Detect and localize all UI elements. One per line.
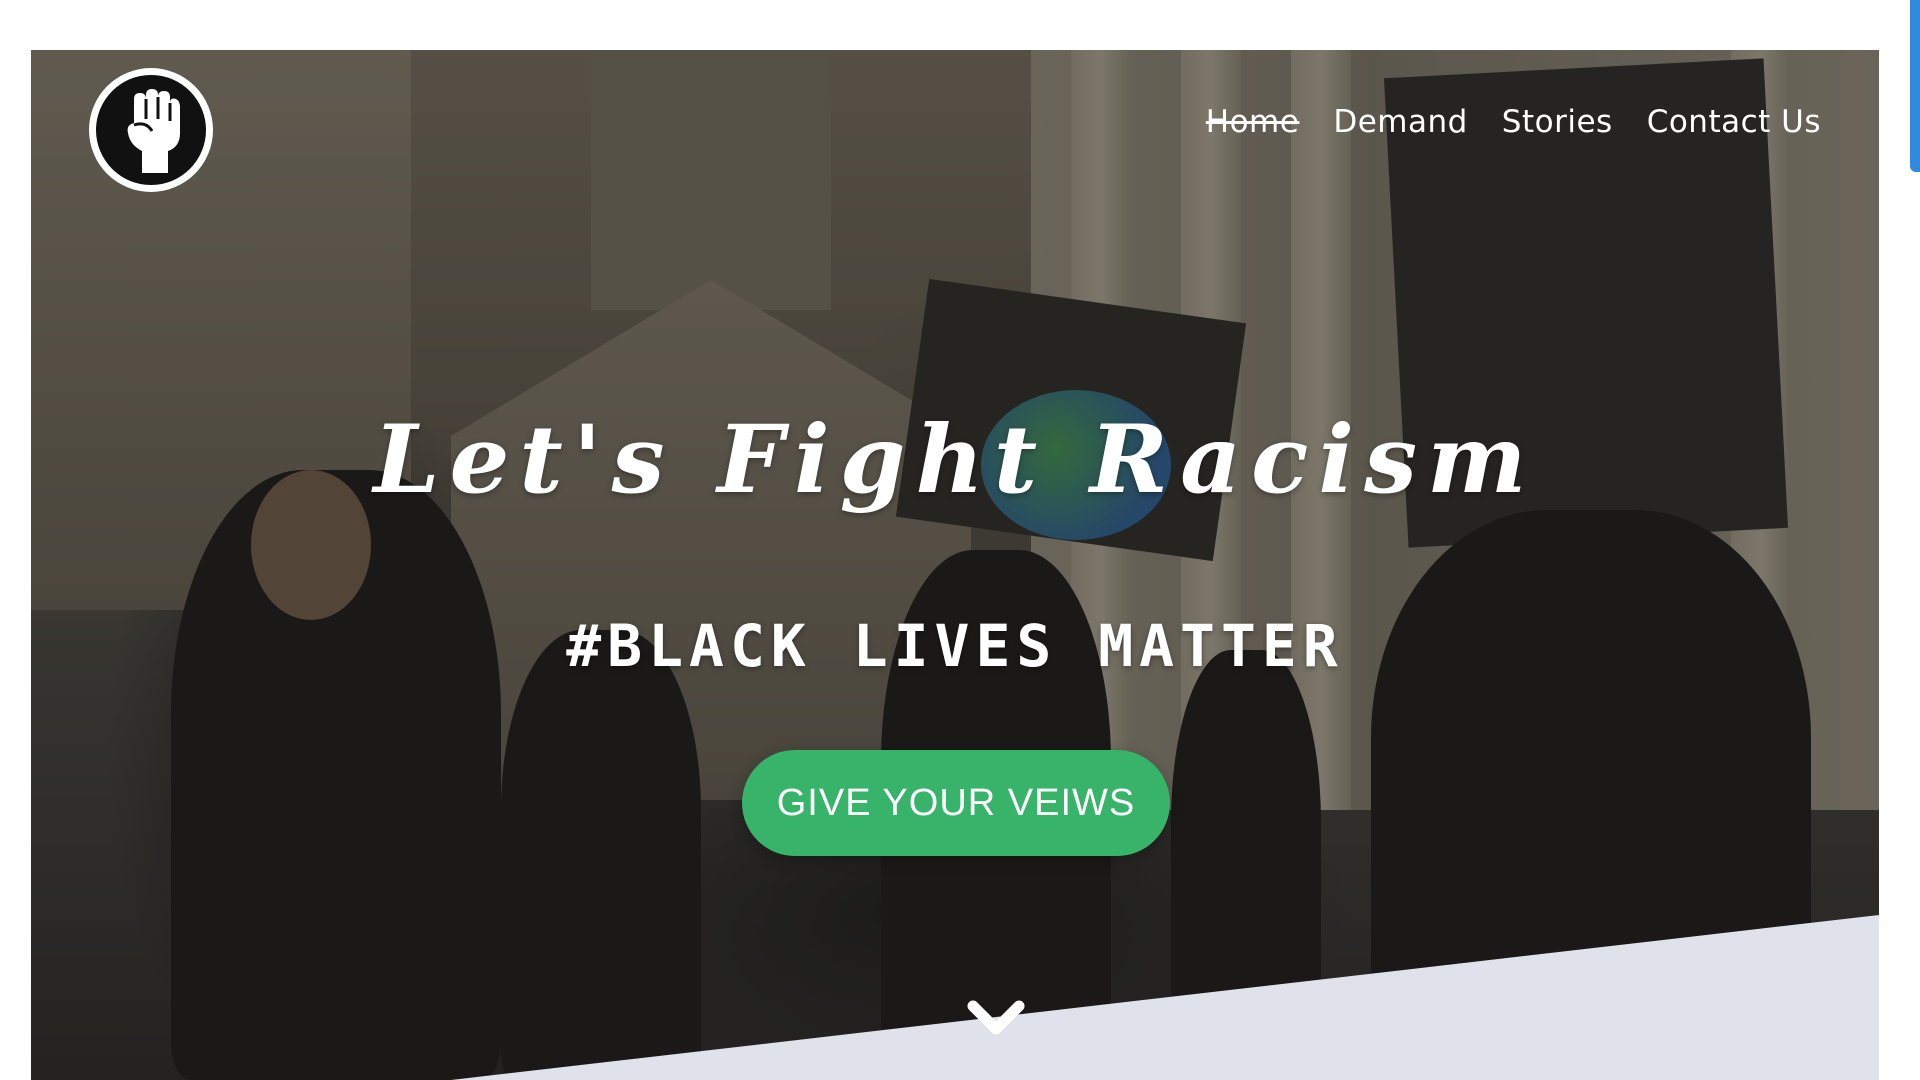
hero-subheadline: #BLACK LIVES MATTER xyxy=(566,612,1344,680)
hero-section: Home Demand Stories Contact Us Let's Fig… xyxy=(31,50,1879,1080)
page-scrollbar[interactable] xyxy=(1910,0,1920,172)
nav-link-contact-us[interactable]: Contact Us xyxy=(1647,104,1821,140)
hero-dark-overlay xyxy=(31,50,1879,1080)
main-navigation: Home Demand Stories Contact Us xyxy=(1206,104,1821,140)
give-your-views-button[interactable]: GIVE YOUR VEIWS xyxy=(742,750,1170,856)
chevron-down-icon[interactable] xyxy=(967,998,1025,1038)
nav-link-stories[interactable]: Stories xyxy=(1502,104,1613,140)
raised-fist-icon xyxy=(96,75,206,185)
nav-link-demand[interactable]: Demand xyxy=(1333,104,1467,140)
landing-page: Home Demand Stories Contact Us Let's Fig… xyxy=(0,0,1920,1080)
nav-link-home[interactable]: Home xyxy=(1206,104,1300,140)
hero-headline: Let's Fight Racism xyxy=(373,405,1537,515)
site-logo[interactable] xyxy=(89,68,213,192)
